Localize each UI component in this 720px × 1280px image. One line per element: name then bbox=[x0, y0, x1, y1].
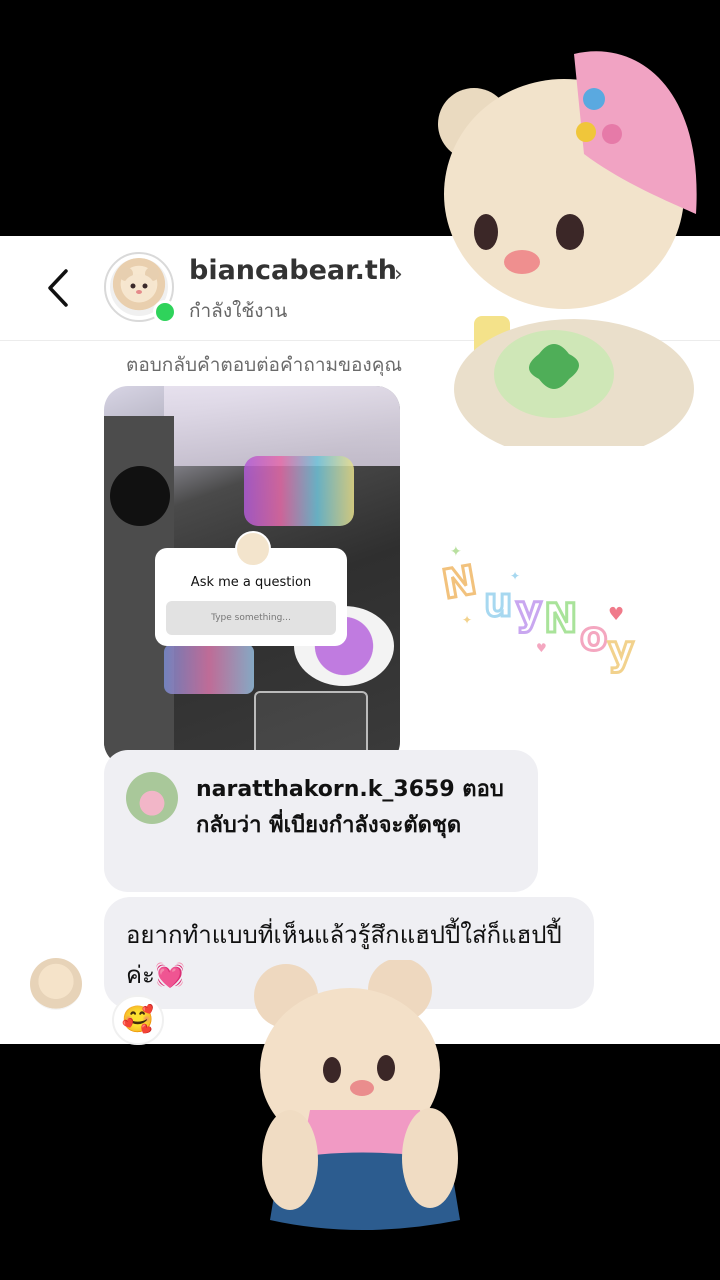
story-thread-spools-image bbox=[244, 456, 354, 526]
story-buttons-image bbox=[164, 644, 254, 694]
story-fabric-image bbox=[164, 386, 400, 466]
chevron-right-icon[interactable]: › bbox=[394, 262, 403, 287]
reply-context-note: ตอบกลับคำตอบต่อคำถามของคุณ bbox=[126, 354, 403, 376]
svg-text:u: u bbox=[484, 580, 512, 626]
question-sticker-avatar bbox=[235, 531, 271, 567]
active-status-text: กำลังใช้งาน bbox=[189, 300, 288, 322]
svg-text:✦: ✦ bbox=[462, 613, 472, 627]
story-machine-wheel-image bbox=[110, 466, 170, 526]
replier-avatar bbox=[126, 772, 178, 824]
svg-text:♥: ♥ bbox=[608, 604, 624, 625]
bear-sticker-bottom bbox=[254, 960, 460, 1230]
online-status-dot bbox=[153, 300, 177, 324]
svg-text:♥: ♥ bbox=[536, 641, 547, 655]
svg-text:✦: ✦ bbox=[510, 569, 520, 583]
reaction-badge[interactable]: 🥰 bbox=[112, 995, 164, 1045]
quoted-reply-bubble[interactable]: naratthakorn.k_3659 ตอบกลับว่า พี่เบียงก… bbox=[104, 750, 538, 892]
profile-username[interactable]: biancabear.th bbox=[189, 255, 397, 286]
question-sticker-title: Ask me a question bbox=[190, 575, 312, 590]
svg-text:N: N bbox=[544, 596, 577, 642]
question-sticker-input: Type something... bbox=[166, 601, 336, 635]
svg-text:N: N bbox=[440, 557, 480, 608]
svg-text:o: o bbox=[580, 614, 607, 660]
nuynoy-sticker: N u y N o y ✦ ✦ ✦ ♥ ♥ bbox=[440, 544, 636, 676]
sender-avatar[interactable] bbox=[30, 958, 82, 1010]
back-arrow-icon[interactable] bbox=[40, 265, 80, 311]
svg-text:y: y bbox=[608, 628, 634, 674]
svg-text:✦: ✦ bbox=[450, 544, 462, 560]
bear-sticker-top bbox=[438, 51, 697, 446]
quoted-reply-text: naratthakorn.k_3659 ตอบกลับว่า พี่เบียงก… bbox=[196, 777, 504, 838]
svg-text:y: y bbox=[516, 588, 542, 634]
